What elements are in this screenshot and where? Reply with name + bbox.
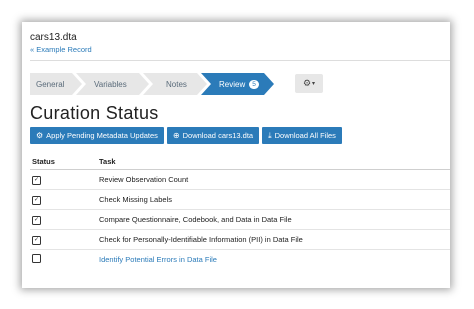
back-to-record-link[interactable]: « Example Record: [30, 45, 92, 54]
step-notes[interactable]: Notes: [143, 73, 207, 95]
chevron-down-icon: ▾: [312, 81, 316, 87]
checked-checkbox-icon[interactable]: ✓: [32, 215, 41, 225]
page-title: Curation Status: [30, 103, 159, 123]
step-label: Review: [219, 79, 246, 89]
button-label: Apply Pending Metadata Updates: [46, 131, 158, 140]
button-label: Download cars13.dta: [182, 131, 254, 140]
column-header-task: Task: [99, 156, 116, 166]
step-variables[interactable]: Variables: [76, 73, 149, 95]
task-label: Check for Personally-Identifiable Inform…: [99, 235, 303, 244]
step-general[interactable]: General: [30, 73, 82, 95]
button-label: Download All Files: [274, 131, 336, 140]
step-label: Variables: [94, 79, 127, 89]
curation-task-table: Status Task ✓ Review Observation Count ✓…: [30, 153, 450, 269]
download-icon: ⤓: [268, 130, 272, 140]
task-label: Check Missing Labels: [99, 195, 172, 204]
task-link[interactable]: Identify Potential Errors in Data File: [99, 255, 217, 264]
record-panel: cars13.dta « Example Record General Vari…: [22, 22, 450, 288]
checked-checkbox-icon[interactable]: ✓: [32, 175, 41, 185]
checked-checkbox-icon[interactable]: ✓: [32, 195, 41, 205]
step-label: General: [36, 79, 65, 89]
gear-icon: ⚙: [302, 78, 312, 88]
column-header-status: Status: [32, 156, 55, 166]
download-file-button[interactable]: ⊕ Download cars13.dta: [166, 127, 260, 144]
divider: [30, 60, 450, 61]
apply-metadata-updates-button[interactable]: ⚙ Apply Pending Metadata Updates: [30, 127, 164, 144]
table-row: Identify Potential Errors in Data File: [30, 250, 450, 269]
checked-checkbox-icon[interactable]: ✓: [32, 235, 41, 245]
table-row: ✓ Compare Questionnaire, Codebook, and D…: [30, 210, 450, 230]
table-row: ✓ Check Missing Labels: [30, 190, 450, 210]
step-label: Notes: [166, 79, 187, 89]
review-count-badge: 5: [249, 80, 259, 89]
record-filename: cars13.dta: [30, 32, 77, 43]
gear-icon: ⚙: [36, 131, 44, 140]
download-all-files-button[interactable]: ⤓ Download All Files: [262, 127, 342, 144]
settings-dropdown-button[interactable]: ⚙ ▾: [295, 74, 323, 93]
table-header: Status Task: [30, 153, 450, 170]
action-bar: ⚙ Apply Pending Metadata Updates ⊕ Downl…: [30, 127, 342, 144]
table-row: ✓ Check for Personally-Identifiable Info…: [30, 230, 450, 250]
wizard-steps: General Variables Notes Review 5: [30, 73, 268, 95]
task-label: Review Observation Count: [99, 175, 189, 184]
unchecked-checkbox-icon[interactable]: [32, 254, 41, 263]
step-review[interactable]: Review 5: [201, 73, 274, 95]
table-row: ✓ Review Observation Count: [30, 170, 450, 190]
download-circle-icon: ⊕: [172, 131, 180, 140]
task-label: Compare Questionnaire, Codebook, and Dat…: [99, 215, 292, 224]
